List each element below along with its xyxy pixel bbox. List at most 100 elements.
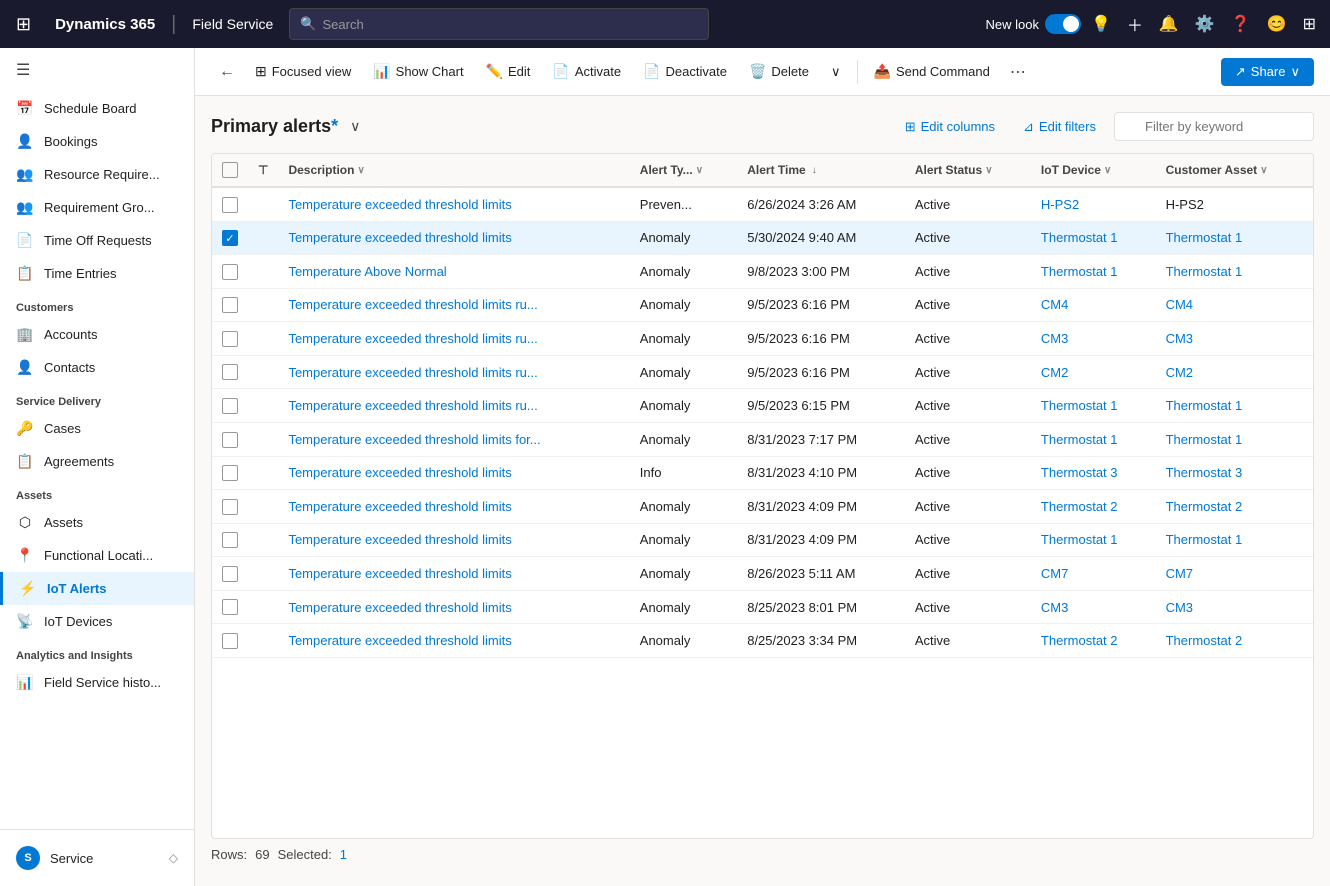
alert-status-col-header[interactable]: Alert Status ∨: [905, 154, 1031, 187]
select-all-col[interactable]: [212, 154, 248, 187]
iot-device-cell[interactable]: Thermostat 1: [1031, 422, 1156, 456]
description-cell[interactable]: Temperature exceeded threshold limits: [278, 456, 629, 490]
description-cell[interactable]: Temperature exceeded threshold limits: [278, 624, 629, 658]
table-row[interactable]: Temperature exceeded threshold limits ru…: [212, 322, 1313, 356]
select-all-checkbox[interactable]: [222, 162, 238, 178]
description-cell[interactable]: Temperature exceeded threshold limits ru…: [278, 288, 629, 322]
customer-asset-cell[interactable]: CM2: [1156, 355, 1313, 389]
settings-icon[interactable]: ⚙️: [1189, 8, 1221, 40]
description-cell[interactable]: Temperature exceeded threshold limits ru…: [278, 355, 629, 389]
table-row[interactable]: Temperature exceeded threshold limits ru…: [212, 355, 1313, 389]
row-checkbox[interactable]: [222, 633, 238, 649]
customer-asset-cell[interactable]: Thermostat 3: [1156, 456, 1313, 490]
customer-asset-cell[interactable]: Thermostat 1: [1156, 523, 1313, 557]
plus-icon[interactable]: ＋: [1121, 6, 1149, 42]
show-chart-button[interactable]: 📊 Show Chart: [363, 57, 473, 86]
iot-device-cell[interactable]: Thermostat 1: [1031, 389, 1156, 423]
iot-device-cell[interactable]: Thermostat 2: [1031, 624, 1156, 658]
table-row[interactable]: Temperature Above NormalAnomaly9/8/2023 …: [212, 255, 1313, 289]
customer-asset-col-header[interactable]: Customer Asset ∨: [1156, 154, 1313, 187]
table-row[interactable]: Temperature exceeded threshold limits ru…: [212, 288, 1313, 322]
filter-input[interactable]: [1114, 112, 1314, 141]
iot-device-col-header[interactable]: IoT Device ∨: [1031, 154, 1156, 187]
sidebar-item-time-entries[interactable]: 📋 Time Entries: [0, 257, 194, 290]
row-checkbox[interactable]: [222, 331, 238, 347]
iot-device-cell[interactable]: Thermostat 1: [1031, 221, 1156, 255]
alert-time-col-header[interactable]: Alert Time ↓: [737, 154, 905, 187]
alert-type-col-header[interactable]: Alert Ty... ∨: [630, 154, 737, 187]
description-cell[interactable]: Temperature exceeded threshold limits: [278, 590, 629, 624]
iot-device-cell[interactable]: Thermostat 1: [1031, 255, 1156, 289]
row-checkbox[interactable]: [222, 499, 238, 515]
sidebar-item-contacts[interactable]: 👤 Contacts: [0, 351, 194, 384]
iot-device-cell[interactable]: CM3: [1031, 590, 1156, 624]
sidebar-item-iot-devices[interactable]: 📡 IoT Devices: [0, 605, 194, 638]
row-checkbox[interactable]: [222, 432, 238, 448]
table-row[interactable]: Temperature exceeded threshold limitsAno…: [212, 523, 1313, 557]
iot-device-cell[interactable]: Thermostat 2: [1031, 490, 1156, 524]
edit-filters-button[interactable]: ⊿ Edit filters: [1013, 113, 1106, 141]
edit-columns-button[interactable]: ⊞ Edit columns: [895, 113, 1005, 141]
row-checkbox[interactable]: [222, 398, 238, 414]
search-box[interactable]: 🔍: [289, 8, 709, 40]
apps-icon[interactable]: ⊞: [1297, 8, 1322, 40]
sidebar-item-field-service-histo[interactable]: 📊 Field Service histo...: [0, 666, 194, 699]
customer-asset-cell[interactable]: Thermostat 1: [1156, 422, 1313, 456]
iot-device-cell[interactable]: Thermostat 3: [1031, 456, 1156, 490]
edit-button[interactable]: ✏️ Edit: [476, 57, 541, 86]
table-row[interactable]: Temperature exceeded threshold limits ru…: [212, 389, 1313, 423]
description-cell[interactable]: Temperature exceeded threshold limits: [278, 523, 629, 557]
table-row[interactable]: Temperature exceeded threshold limitsPre…: [212, 187, 1313, 221]
description-cell[interactable]: Temperature exceeded threshold limits ru…: [278, 322, 629, 356]
description-cell[interactable]: Temperature exceeded threshold limits: [278, 490, 629, 524]
deactivate-button[interactable]: 📄 Deactivate: [633, 57, 737, 86]
description-cell[interactable]: Temperature exceeded threshold limits fo…: [278, 422, 629, 456]
customer-asset-cell[interactable]: CM7: [1156, 557, 1313, 591]
search-input[interactable]: [322, 17, 698, 32]
description-col-header[interactable]: Description ∨: [278, 154, 629, 187]
row-checkbox[interactable]: [222, 532, 238, 548]
sidebar-item-cases[interactable]: 🔑 Cases: [0, 412, 194, 445]
lightbulb-icon[interactable]: 💡: [1085, 8, 1117, 40]
table-row[interactable]: Temperature exceeded threshold limitsAno…: [212, 557, 1313, 591]
iot-device-cell[interactable]: CM7: [1031, 557, 1156, 591]
table-row[interactable]: Temperature exceeded threshold limitsInf…: [212, 456, 1313, 490]
row-checkbox[interactable]: [222, 364, 238, 380]
customer-asset-cell[interactable]: Thermostat 1: [1156, 221, 1313, 255]
customer-asset-cell[interactable]: Thermostat 1: [1156, 389, 1313, 423]
focused-view-button[interactable]: ⊞ Focused view: [245, 57, 361, 86]
sidebar-item-schedule-board[interactable]: 📅 Schedule Board: [0, 92, 194, 125]
activate-button[interactable]: 📄 Activate: [542, 57, 631, 86]
description-cell[interactable]: Temperature Above Normal: [278, 255, 629, 289]
customer-asset-cell[interactable]: CM3: [1156, 322, 1313, 356]
sidebar-item-resource-require[interactable]: 👥 Resource Require...: [0, 158, 194, 191]
table-row[interactable]: Temperature exceeded threshold limitsAno…: [212, 624, 1313, 658]
description-cell[interactable]: Temperature exceeded threshold limits: [278, 557, 629, 591]
new-look-toggle[interactable]: [1045, 14, 1081, 34]
sidebar-item-iot-alerts[interactable]: ⚡ IoT Alerts: [0, 572, 194, 605]
iot-device-cell[interactable]: CM3: [1031, 322, 1156, 356]
row-checkbox[interactable]: [222, 566, 238, 582]
customer-asset-cell[interactable]: Thermostat 1: [1156, 255, 1313, 289]
waffle-menu[interactable]: ⊞: [8, 10, 39, 39]
iot-device-cell[interactable]: CM4: [1031, 288, 1156, 322]
sidebar-bottom-service[interactable]: S Service ◇: [0, 838, 194, 878]
iot-device-cell[interactable]: Thermostat 1: [1031, 523, 1156, 557]
back-button[interactable]: ←: [211, 57, 243, 87]
description-cell[interactable]: Temperature exceeded threshold limits ru…: [278, 389, 629, 423]
send-command-button[interactable]: 📤 Send Command: [864, 57, 1000, 86]
row-checkbox[interactable]: [222, 465, 238, 481]
customer-asset-cell[interactable]: Thermostat 2: [1156, 624, 1313, 658]
sidebar-item-requirement-gro[interactable]: 👥 Requirement Gro...: [0, 191, 194, 224]
sidebar-item-assets[interactable]: ⬡ Assets: [0, 506, 194, 539]
sidebar-item-time-off-requests[interactable]: 📄 Time Off Requests: [0, 224, 194, 257]
customer-asset-cell[interactable]: CM3: [1156, 590, 1313, 624]
table-row[interactable]: Temperature exceeded threshold limitsAno…: [212, 590, 1313, 624]
description-cell[interactable]: Temperature exceeded threshold limits: [278, 221, 629, 255]
sidebar-item-accounts[interactable]: 🏢 Accounts: [0, 318, 194, 351]
iot-device-cell[interactable]: H-PS2: [1031, 187, 1156, 221]
help-icon[interactable]: ❓: [1225, 8, 1257, 40]
iot-device-cell[interactable]: CM2: [1031, 355, 1156, 389]
sidebar-item-functional-locati[interactable]: 📍 Functional Locati...: [0, 539, 194, 572]
sidebar-item-agreements[interactable]: 📋 Agreements: [0, 445, 194, 478]
